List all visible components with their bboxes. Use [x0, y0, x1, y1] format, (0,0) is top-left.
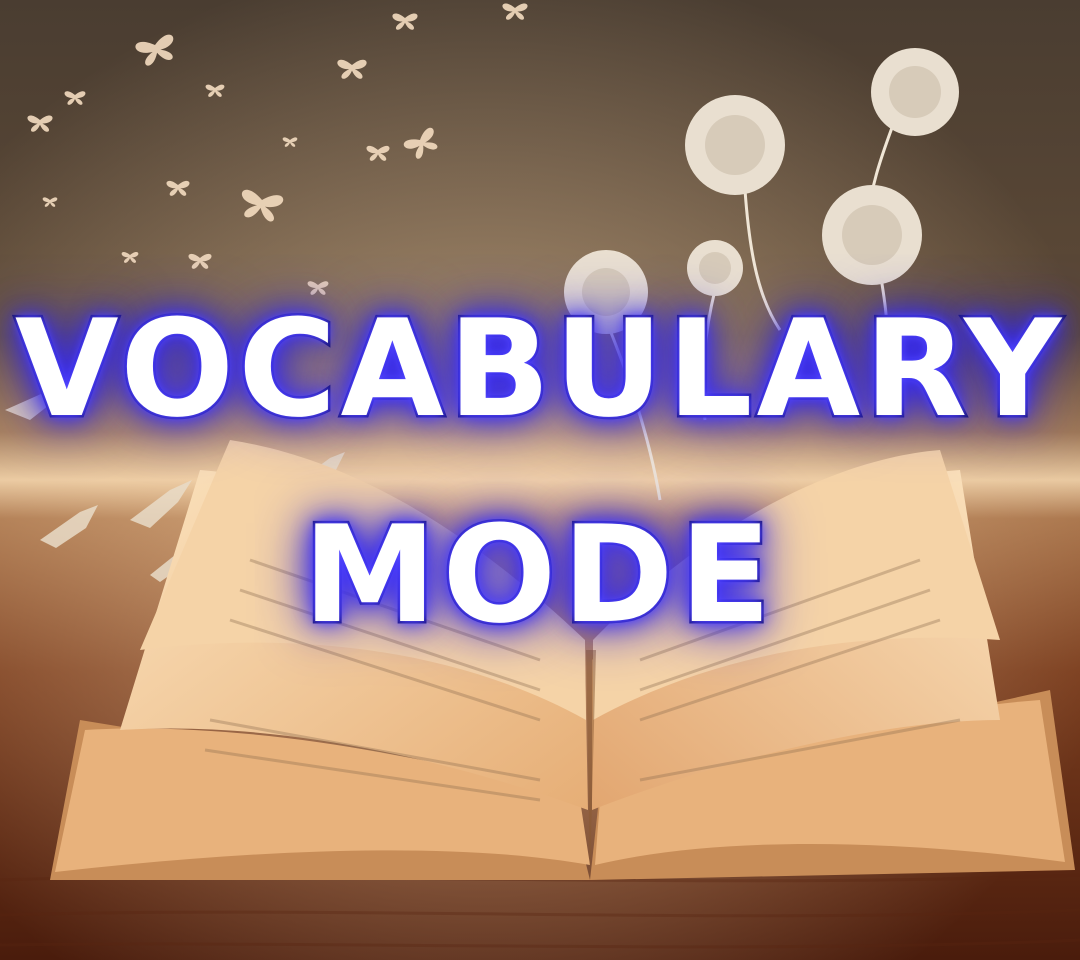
background-illustration	[0, 0, 1080, 960]
title-mode: MODE	[300, 497, 778, 653]
title-vocabulary: VOCABULARY	[12, 291, 1066, 447]
book-scene: VOCABULARY MODE	[0, 0, 1080, 960]
